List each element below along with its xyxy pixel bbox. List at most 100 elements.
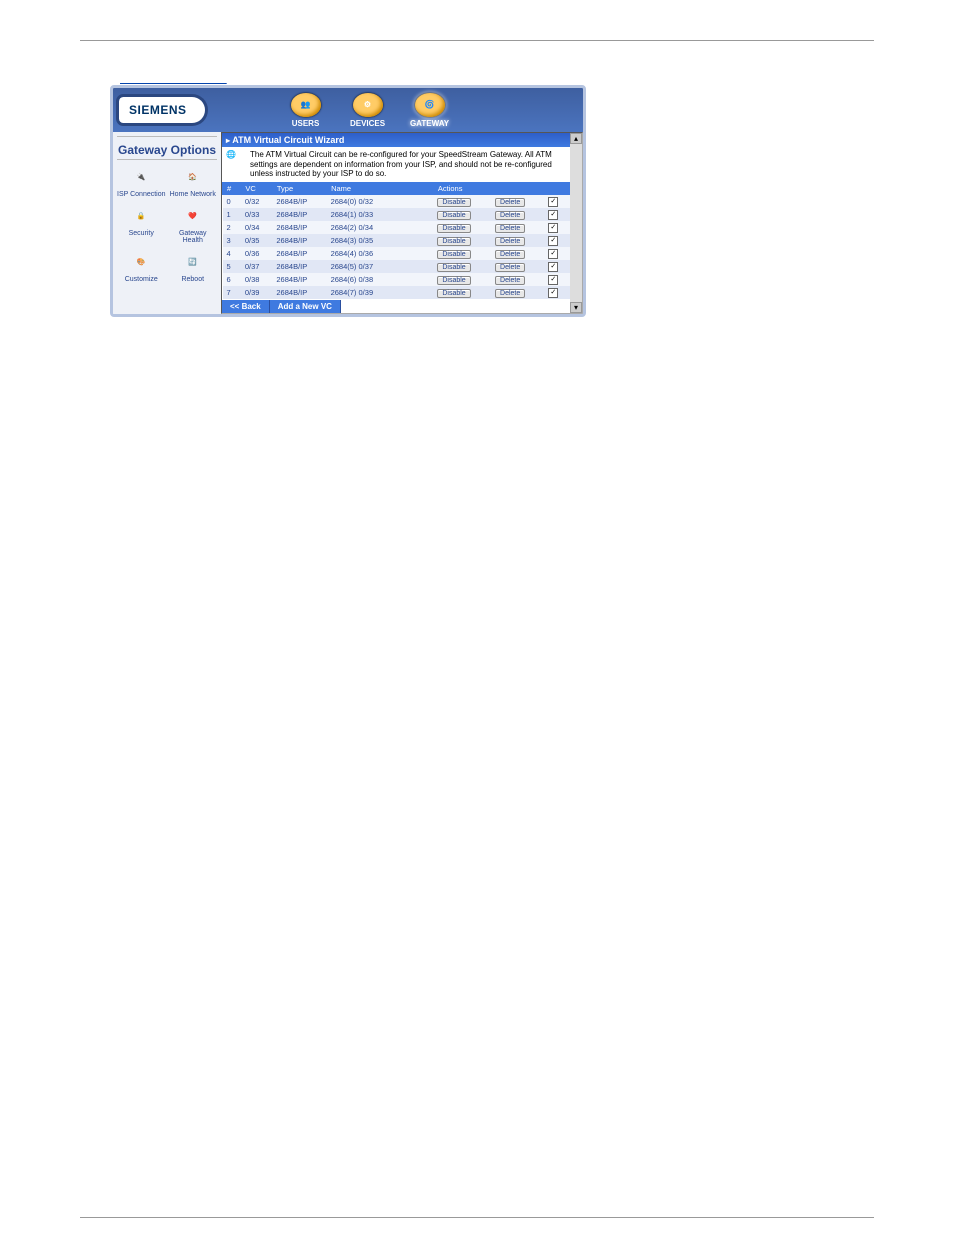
app-window: SIEMENS 👥 USERS ⚙ DEVICES 🌀 GATEWAY Gate… bbox=[110, 85, 586, 317]
delete-button[interactable]: Delete bbox=[495, 237, 525, 246]
cell-num: 0 bbox=[223, 194, 241, 208]
sidebar-item-reboot[interactable]: 🔄 Reboot bbox=[169, 249, 218, 285]
table-row: 00/322684B/IP2684(0) 0/32DisableDelete✓ bbox=[223, 194, 570, 208]
cell-type: 2684B/IP bbox=[272, 221, 326, 234]
disable-button[interactable]: Disable bbox=[437, 263, 470, 272]
sidebar-item-label: Reboot bbox=[181, 276, 204, 283]
disable-button[interactable]: Disable bbox=[437, 276, 470, 285]
decorative-link bbox=[120, 71, 954, 85]
row-checkbox[interactable]: ✓ bbox=[548, 275, 558, 285]
table-row: 10/332684B/IP2684(1) 0/33Disable Delete ✓ bbox=[223, 208, 570, 221]
cell-num: 7 bbox=[223, 286, 241, 299]
cell-name: 2684(3) 0/35 bbox=[327, 234, 434, 247]
nav-label: DEVICES bbox=[350, 119, 385, 128]
nav-gateway[interactable]: 🌀 GATEWAY bbox=[409, 93, 451, 128]
cell-num: 1 bbox=[223, 208, 241, 221]
nav-label: GATEWAY bbox=[410, 119, 449, 128]
sidebar-item-customize[interactable]: 🎨 Customize bbox=[117, 249, 166, 285]
col-name: Name bbox=[327, 182, 434, 194]
table-row: 70/392684B/IP2684(7) 0/39Disable Delete ✓ bbox=[223, 286, 570, 299]
cell-num: 4 bbox=[223, 247, 241, 260]
row-checkbox[interactable]: ✓ bbox=[548, 223, 558, 233]
back-button[interactable]: << Back bbox=[222, 300, 270, 313]
col-actions: Actions bbox=[433, 182, 569, 194]
row-checkbox[interactable]: ✓ bbox=[548, 262, 558, 272]
delete-button[interactable]: Delete bbox=[495, 198, 525, 207]
devices-icon: ⚙ bbox=[353, 93, 383, 117]
cell-num: 5 bbox=[223, 260, 241, 273]
sidebar-item-label: Customize bbox=[125, 276, 158, 283]
home-icon: 🏠 bbox=[179, 164, 207, 190]
cell-vc: 0/37 bbox=[241, 260, 273, 273]
sidebar-item-home-network[interactable]: 🏠 Home Network bbox=[169, 164, 218, 200]
cell-name: 2684(1) 0/33 bbox=[327, 208, 434, 221]
cell-type: 2684B/IP bbox=[272, 247, 326, 260]
cell-num: 3 bbox=[223, 234, 241, 247]
disable-button[interactable]: Disable bbox=[437, 211, 470, 220]
delete-button[interactable]: Delete bbox=[495, 289, 525, 298]
scrollbar[interactable]: ▴ ▾ bbox=[570, 133, 582, 313]
sidebar: Gateway Options 🔌 ISP Connection 🏠 Home … bbox=[113, 132, 221, 314]
users-icon: 👥 bbox=[291, 93, 321, 117]
delete-button[interactable]: Delete bbox=[495, 263, 525, 272]
sidebar-item-security[interactable]: 🔒 Security bbox=[117, 203, 166, 246]
cell-vc: 0/35 bbox=[241, 234, 273, 247]
sidebar-title: Gateway Options bbox=[117, 136, 217, 160]
disable-button[interactable]: Disable bbox=[437, 289, 470, 298]
sidebar-item-label: ISP Connection bbox=[117, 191, 166, 198]
cell-num: 6 bbox=[223, 273, 241, 286]
nav-label: USERS bbox=[292, 119, 320, 128]
cell-vc: 0/32 bbox=[241, 194, 273, 208]
cell-vc: 0/34 bbox=[241, 221, 273, 234]
delete-button[interactable]: Delete bbox=[495, 250, 525, 259]
cell-type: 2684B/IP bbox=[272, 286, 326, 299]
sidebar-item-label: Home Network bbox=[170, 191, 216, 198]
cell-name: 2684(4) 0/36 bbox=[327, 247, 434, 260]
col-num: # bbox=[223, 182, 241, 194]
security-icon: 🔒 bbox=[127, 203, 155, 229]
add-new-vc-button[interactable]: Add a New VC bbox=[270, 300, 341, 313]
cell-vc: 0/38 bbox=[241, 273, 273, 286]
cell-type: 2684B/IP bbox=[272, 194, 326, 208]
table-row: 30/352684B/IP2684(3) 0/35Disable Delete ✓ bbox=[223, 234, 570, 247]
cell-type: 2684B/IP bbox=[272, 208, 326, 221]
wizard-intro-text: The ATM Virtual Circuit can be re-config… bbox=[250, 150, 566, 179]
customize-icon: 🎨 bbox=[127, 249, 155, 275]
cell-name: 2684(5) 0/37 bbox=[327, 260, 434, 273]
page-top-rule bbox=[80, 40, 874, 41]
sidebar-item-gateway-health[interactable]: ❤️ Gateway Health bbox=[169, 203, 218, 246]
delete-button[interactable]: Delete bbox=[495, 276, 525, 285]
wizard-intro-row: 🌐 The ATM Virtual Circuit can be re-conf… bbox=[222, 147, 570, 182]
nav-users[interactable]: 👥 USERS bbox=[285, 93, 327, 128]
page-bottom-rule bbox=[80, 1217, 874, 1218]
main-panel: ATM Virtual Circuit Wizard 🌐 The ATM Vir… bbox=[221, 132, 583, 314]
scroll-up-icon[interactable]: ▴ bbox=[570, 133, 582, 144]
cell-vc: 0/36 bbox=[241, 247, 273, 260]
delete-button[interactable]: Delete bbox=[495, 211, 525, 220]
cell-vc: 0/39 bbox=[241, 286, 273, 299]
row-checkbox[interactable]: ✓ bbox=[548, 249, 558, 259]
cell-vc: 0/33 bbox=[241, 208, 273, 221]
cell-name: 2684(7) 0/39 bbox=[327, 286, 434, 299]
row-checkbox[interactable]: ✓ bbox=[548, 236, 558, 246]
sidebar-item-isp-connection[interactable]: 🔌 ISP Connection bbox=[117, 164, 166, 200]
disable-button[interactable]: Disable bbox=[437, 198, 470, 207]
table-row: 60/382684B/IP2684(6) 0/38DisableDelete✓ bbox=[223, 273, 570, 286]
disable-button[interactable]: Disable bbox=[437, 224, 470, 233]
cell-num: 2 bbox=[223, 221, 241, 234]
vc-table: # VC Type Name Actions 00/322684B/IP2684… bbox=[222, 182, 570, 299]
scroll-down-icon[interactable]: ▾ bbox=[570, 302, 582, 313]
disable-button[interactable]: Disable bbox=[437, 250, 470, 259]
cell-type: 2684B/IP bbox=[272, 234, 326, 247]
row-checkbox[interactable]: ✓ bbox=[548, 197, 558, 207]
delete-button[interactable]: Delete bbox=[495, 224, 525, 233]
col-type: Type bbox=[272, 182, 326, 194]
disable-button[interactable]: Disable bbox=[437, 237, 470, 246]
cell-type: 2684B/IP bbox=[272, 273, 326, 286]
row-checkbox[interactable]: ✓ bbox=[548, 210, 558, 220]
globe-icon: 🌐 bbox=[226, 150, 246, 179]
cell-name: 2684(2) 0/34 bbox=[327, 221, 434, 234]
nav-devices[interactable]: ⚙ DEVICES bbox=[347, 93, 389, 128]
sidebar-item-label: Gateway Health bbox=[169, 230, 218, 244]
row-checkbox[interactable]: ✓ bbox=[548, 288, 558, 298]
